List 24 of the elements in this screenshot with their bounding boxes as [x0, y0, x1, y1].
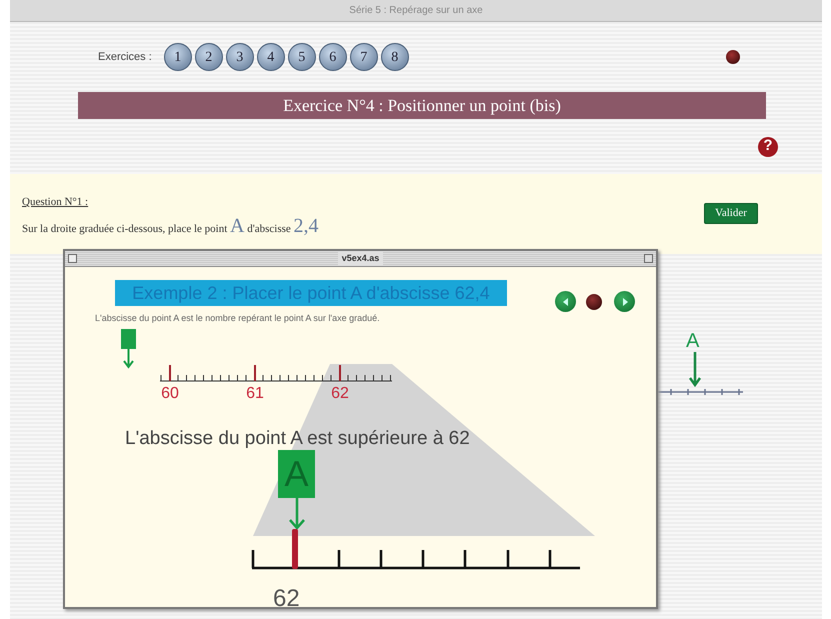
exercise-title-banner: Exercice N°4 : Positionner un point (bis) [78, 92, 766, 119]
definition-text: L'abscisse du point A est le nombre repérant le point A sur l'axe gradué. [95, 312, 380, 325]
point-label: A [686, 329, 700, 354]
ruler-label: 62 [330, 385, 350, 403]
axis-value-label: 62 [273, 585, 300, 613]
previous-button[interactable] [555, 291, 576, 312]
point-marker-icon [120, 329, 137, 369]
question-heading: Question N°1 : [22, 195, 88, 210]
close-button[interactable] [68, 254, 77, 263]
next-button[interactable] [614, 291, 635, 312]
exercises-label: Exercices : [98, 50, 152, 65]
zoom-button[interactable] [644, 254, 653, 263]
ruler-label: 60 [160, 385, 180, 403]
left-arrow-icon [560, 296, 570, 306]
stop-button[interactable] [586, 294, 602, 310]
statement-text: L'abscisse du point A est supérieure à 62 [125, 427, 470, 451]
popup-title: v5ex4.as [338, 252, 384, 266]
arrow-icon [688, 352, 702, 387]
question-text: Sur la droite graduée ci-dessous, place le point A d'abscisse 2,4 [22, 214, 319, 239]
down-arrow-icon [287, 498, 307, 530]
validate-button[interactable]: Valider [704, 203, 758, 224]
window-title: Série 5 : Repérage sur un axe [349, 4, 483, 18]
ruler-label: 61 [245, 385, 265, 403]
point-marker: A [278, 450, 315, 498]
